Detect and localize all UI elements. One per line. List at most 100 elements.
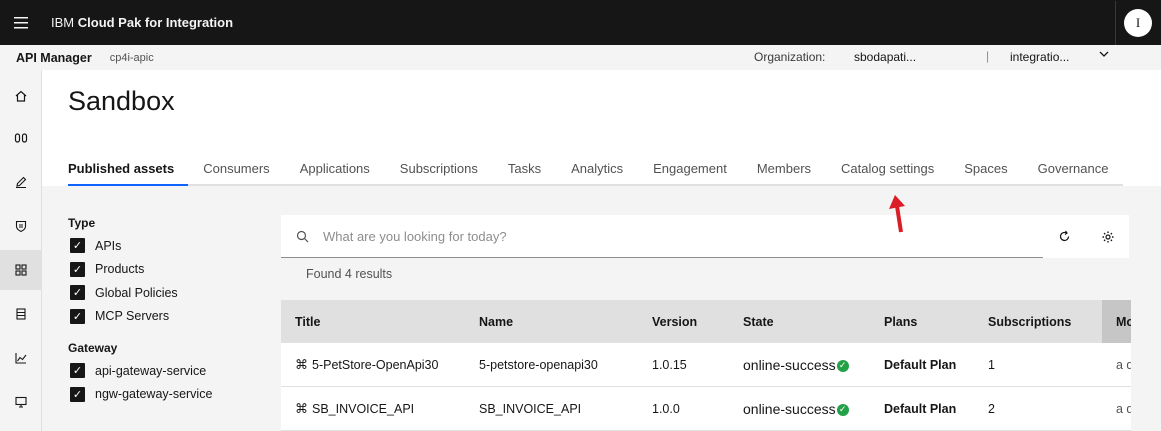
api-icon: ⌘ (295, 400, 308, 416)
organization-label: Organization: (754, 50, 826, 64)
search-bar (281, 215, 1043, 258)
checkmark-success-icon: ✓ (836, 359, 849, 372)
state-text: online-success (743, 356, 836, 373)
cell-modified: a d (1116, 401, 1131, 416)
tab-published-assets[interactable]: Published assets (68, 152, 189, 186)
security-icon[interactable] (0, 206, 41, 246)
cell-version: 1.0.15 (652, 357, 687, 372)
column-version[interactable]: Version (638, 315, 729, 329)
checkbox-checked-icon[interactable]: ✓ (70, 238, 85, 254)
edit-icon[interactable] (0, 162, 41, 202)
filter-label: ngw-gateway-service (95, 387, 213, 402)
table-header: Title Name Version State Plans Subscript… (281, 300, 1131, 343)
data-icon[interactable] (0, 294, 41, 334)
checkbox-checked-icon[interactable]: ✓ (70, 308, 85, 324)
column-title[interactable]: Title (281, 315, 465, 329)
cell-name: 5-petstore-openapi30 (479, 357, 598, 372)
filter-api-gateway-service[interactable]: ✓ api-gateway-service (68, 359, 268, 383)
tab-engagement[interactable]: Engagement (638, 152, 742, 186)
column-plans[interactable]: Plans (870, 315, 974, 329)
cell-title: ⌘ SB_INVOICE_API (281, 401, 465, 417)
refresh-button[interactable] (1043, 215, 1086, 258)
catalog-selector[interactable]: integratio... (1010, 50, 1069, 64)
filter-global-policies[interactable]: ✓ Global Policies (68, 281, 268, 305)
settings-button[interactable] (1086, 215, 1129, 258)
top-bar: IBM Cloud Pak for Integration I (0, 0, 1161, 45)
organization-value[interactable]: sbodapati... (854, 50, 916, 64)
instance-name: cp4i-apic (109, 51, 154, 64)
search-input[interactable] (323, 228, 923, 244)
tab-subscriptions[interactable]: Subscriptions (384, 152, 493, 186)
column-modified[interactable]: Mo (1102, 300, 1131, 343)
tab-governance[interactable]: Governance (1022, 152, 1124, 186)
avatar[interactable]: I (1124, 9, 1152, 37)
page-title: Sandbox (68, 86, 175, 116)
checkbox-checked-icon[interactable]: ✓ (70, 285, 85, 301)
checkbox-checked-icon[interactable]: ✓ (70, 261, 85, 277)
user-menu[interactable]: I (1115, 1, 1160, 45)
cell-name: SB_INVOICE_API (479, 401, 582, 416)
column-state[interactable]: State (729, 315, 870, 329)
brand-name: Cloud Pak for Integration (77, 15, 234, 30)
assets-table: Title Name Version State Plans Subscript… (281, 300, 1131, 431)
home-icon[interactable] (0, 76, 41, 116)
tab-members[interactable]: Members (741, 152, 827, 186)
separator: | (986, 49, 990, 63)
api-icon: ⌘ (295, 356, 308, 372)
filter-label: api-gateway-service (95, 363, 207, 378)
filter-panel: Type ✓ APIs ✓ Products ✓ Global Policies ✓ M… (68, 216, 268, 406)
catalog-tabs: Published assets Consumers Applications … (68, 152, 1124, 186)
filter-apis[interactable]: ✓ APIs (68, 234, 268, 258)
menu-icon[interactable] (1, 0, 41, 45)
cell-state: online-success ✓ (729, 357, 870, 373)
main-content: Sandbox Published assets Consumers Appli… (42, 70, 1161, 431)
column-name[interactable]: Name (465, 315, 638, 329)
tab-analytics[interactable]: Analytics (556, 152, 639, 186)
tab-consumers[interactable]: Consumers (188, 152, 285, 186)
analytics-icon[interactable] (0, 338, 41, 378)
tab-catalog-settings[interactable]: Catalog settings (826, 152, 950, 186)
filter-label: MCP Servers (95, 309, 170, 324)
brand-prefix: IBM (51, 15, 75, 30)
brand-title[interactable]: IBM Cloud Pak for Integration (51, 15, 233, 30)
cell-plan: Default Plan (884, 401, 957, 416)
cell-subscriptions: 1 (988, 357, 995, 372)
tab-tasks[interactable]: Tasks (492, 152, 557, 186)
state-text: online-success (743, 400, 836, 417)
tab-applications[interactable]: Applications (284, 152, 385, 186)
filter-label: Global Policies (95, 285, 178, 300)
results-count: Found 4 results (306, 267, 393, 281)
filter-type-heading: Type (68, 216, 96, 230)
tab-spaces[interactable]: Spaces (949, 152, 1023, 186)
row-title[interactable]: 5-PetStore-OpenApi30 (312, 358, 438, 372)
filter-products[interactable]: ✓ Products (68, 258, 268, 282)
checkbox-checked-icon[interactable]: ✓ (70, 363, 85, 379)
cell-version: 1.0.0 (652, 401, 680, 416)
cell-modified: a d (1116, 357, 1131, 372)
annotation-arrow-icon (889, 195, 905, 233)
filter-gateway-heading: Gateway (68, 341, 118, 355)
side-nav (0, 70, 42, 431)
apis-icon[interactable] (0, 118, 41, 158)
published-assets-panel: Type ✓ APIs ✓ Products ✓ Global Policies ✓ M… (42, 186, 1161, 431)
checkmark-success-icon: ✓ (836, 403, 849, 416)
filter-mcp-servers[interactable]: ✓ MCP Servers (68, 305, 268, 329)
search-icon (281, 230, 323, 243)
table-row[interactable]: ⌘ SB_INVOICE_API SB_INVOICE_API 1.0.0 onl… (281, 387, 1131, 431)
table-row[interactable]: ⌘ 5-PetStore-OpenApi30 5-petstore-openapi… (281, 343, 1131, 387)
filter-ngw-gateway-service[interactable]: ✓ ngw-gateway-service (68, 383, 268, 407)
gear-icon (1102, 231, 1113, 242)
catalogs-icon[interactable] (0, 250, 41, 290)
refresh-icon (1059, 230, 1070, 242)
cell-title: ⌘ 5-PetStore-OpenApi30 (281, 357, 465, 373)
filter-label: APIs (95, 238, 122, 253)
column-subscriptions[interactable]: Subscriptions (974, 315, 1102, 329)
cell-state: online-success ✓ (729, 401, 870, 417)
monitor-icon[interactable] (0, 382, 41, 422)
chevron-down-icon[interactable] (1099, 48, 1109, 62)
cell-subscriptions: 2 (988, 401, 995, 416)
filter-label: Products (95, 262, 145, 277)
row-title[interactable]: SB_INVOICE_API (312, 402, 414, 416)
product-name: API Manager (16, 50, 92, 65)
checkbox-checked-icon[interactable]: ✓ (70, 386, 85, 402)
